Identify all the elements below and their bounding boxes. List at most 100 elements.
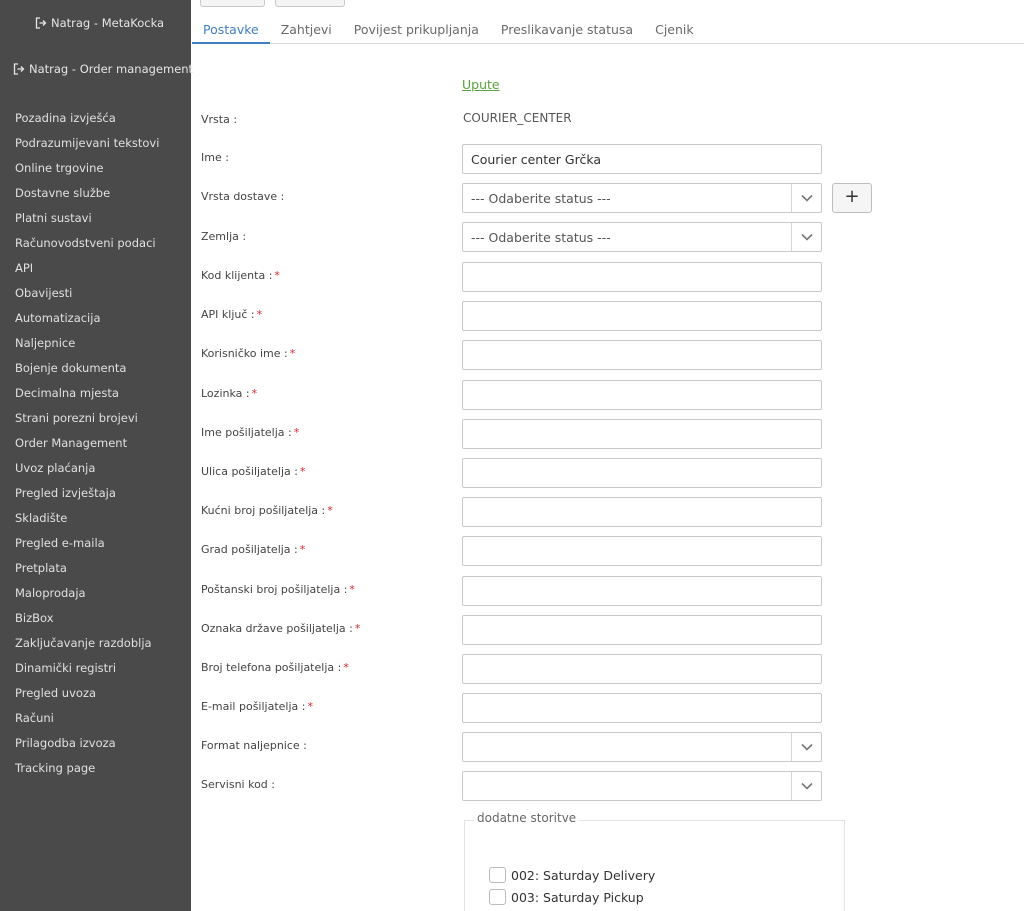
field-label-text: Lozinka :: [201, 386, 250, 400]
required-field-input[interactable]: [462, 340, 822, 371]
sign-out-icon: [13, 63, 25, 75]
required-marker: *: [289, 347, 296, 361]
sidebar-item[interactable]: Računi: [15, 708, 159, 733]
required-field-input[interactable]: [462, 536, 822, 567]
sidebar-item[interactable]: Prilagodba izvoza: [15, 733, 159, 758]
field-label: Kućni broj pošiljatelja : *: [201, 504, 333, 517]
zemlja-label: Zemlja :: [201, 230, 247, 243]
sidebar-item[interactable]: Tracking page: [15, 758, 159, 783]
field-label-text: Kućni broj pošiljatelja :: [201, 504, 326, 518]
required-field-input[interactable]: [462, 301, 822, 332]
sidebar-item[interactable]: Zaključavanje razdoblja: [15, 633, 159, 658]
add-delivery-type-button[interactable]: +: [832, 183, 872, 213]
field-label: E-mail pošiljatelja : *: [201, 700, 313, 713]
required-field-input[interactable]: [462, 458, 822, 488]
required-field-input[interactable]: [462, 614, 822, 645]
sidebar-item[interactable]: Pregled izvještaja: [15, 483, 159, 508]
ime-input[interactable]: [462, 144, 822, 174]
zemlja-select[interactable]: --- Odaberite status ---: [462, 222, 822, 252]
upute-link[interactable]: Upute: [462, 77, 500, 92]
required-marker: *: [293, 425, 300, 439]
field-label-text: E-mail pošiljatelja :: [201, 700, 306, 714]
chevron-down-icon: [791, 733, 821, 761]
extras-legend: dodatne storitve: [474, 811, 580, 825]
required-marker: *: [274, 269, 280, 282]
sidebar-item[interactable]: Automatizacija: [15, 308, 159, 333]
required-marker: *: [299, 465, 306, 478]
sidebar-item[interactable]: API: [15, 258, 159, 283]
required-field-input[interactable]: [462, 262, 822, 292]
chevron-down-icon: [791, 223, 821, 251]
sidebar-item[interactable]: Pozadina izvješća: [15, 108, 159, 133]
format-naljepnice-select[interactable]: [462, 732, 822, 762]
vrsta-dostave-label: Vrsta dostave :: [201, 190, 285, 203]
tab-preslikavanje-statusa[interactable]: Preslikavanje statusa: [490, 18, 644, 44]
extra-option-saturday-pickup[interactable]: 003: Saturday Pickup: [489, 889, 644, 905]
checkbox-label: 002: Saturday Delivery: [511, 867, 656, 883]
required-field-input[interactable]: [462, 418, 822, 449]
field-label: Poštanski broj pošiljatelja : *: [201, 583, 355, 596]
sidebar-item[interactable]: Dinamički registri: [15, 658, 159, 683]
sidebar-item[interactable]: Bojenje dokumenta: [15, 358, 159, 383]
sidebar-item[interactable]: Online trgovine: [15, 158, 159, 183]
vrsta-dostave-select[interactable]: --- Odaberite status ---: [462, 183, 822, 213]
sidebar-item[interactable]: Pregled e-maila: [15, 533, 159, 558]
back-link-order-management[interactable]: Natrag - Order management: [13, 62, 193, 76]
required-marker: *: [343, 661, 349, 674]
back-link-metakocka[interactable]: Natrag - MetaKocka: [35, 16, 164, 30]
required-marker: *: [256, 308, 263, 322]
required-marker: *: [327, 504, 333, 518]
chevron-down-icon: [791, 772, 821, 800]
top-button[interactable]: [200, 0, 265, 7]
required-marker: *: [307, 700, 313, 714]
field-label-text: Ulica pošiljatelja :: [201, 465, 298, 478]
tab-cjenik[interactable]: Cjenik: [644, 18, 705, 44]
extra-option-saturday-delivery[interactable]: 002: Saturday Delivery: [489, 867, 655, 883]
field-label: Ime pošiljatelja : *: [201, 426, 299, 439]
ime-label: Ime :: [201, 151, 229, 164]
select-value: --- Odaberite status ---: [471, 230, 611, 245]
sidebar-item[interactable]: Podrazumijevani tekstovi: [15, 133, 159, 158]
vrsta-value: COURIER_CENTER: [463, 111, 572, 125]
field-label-text: API ključ :: [201, 308, 255, 322]
required-field-input[interactable]: [462, 693, 822, 724]
back-link-label: Natrag - Order management: [29, 62, 194, 76]
sidebar-item[interactable]: Dostavne službe: [15, 183, 159, 208]
field-label: Lozinka : *: [201, 387, 257, 400]
sidebar-item[interactable]: Računovodstveni podaci: [15, 233, 159, 258]
tab-zahtjevi[interactable]: Zahtjevi: [270, 18, 343, 44]
servisni-kod-label: Servisni kod :: [201, 778, 275, 791]
required-marker: *: [349, 582, 355, 596]
sidebar-nav: Pozadina izvješća Podrazumijevani tekstov…: [15, 108, 159, 783]
checkbox[interactable]: [489, 867, 506, 883]
sidebar-item[interactable]: Strani porezni brojevi: [15, 408, 159, 433]
select-value: --- Odaberite status ---: [471, 191, 611, 206]
required-marker: *: [354, 621, 361, 635]
required-field-input[interactable]: [462, 654, 822, 684]
back-link-label: Natrag - MetaKocka: [51, 16, 165, 30]
sidebar-item[interactable]: Platni sustavi: [15, 208, 159, 233]
sidebar-item[interactable]: Maloprodaja: [15, 583, 159, 608]
sidebar-item[interactable]: Uvoz plaćanja: [15, 458, 159, 483]
top-button[interactable]: [275, 0, 345, 7]
required-field-input[interactable]: [462, 379, 822, 410]
required-field-input[interactable]: [462, 497, 822, 528]
sidebar-item[interactable]: Obavijesti: [15, 283, 159, 308]
sidebar-item[interactable]: Pregled uvoza: [15, 683, 159, 708]
sidebar-item[interactable]: Skladište: [15, 508, 159, 533]
field-label: Korisničko ime : *: [201, 347, 295, 360]
servisni-kod-select[interactable]: [462, 771, 822, 801]
tab-postavke[interactable]: Postavke: [192, 18, 270, 44]
sidebar-item[interactable]: Pretplata: [15, 558, 159, 583]
sidebar-item[interactable]: BizBox: [15, 608, 159, 633]
tab-povijest-prikupljanja[interactable]: Povijest prikupljanja: [343, 18, 490, 44]
field-label-text: Korisničko ime :: [201, 347, 288, 361]
sidebar-item[interactable]: Order Management: [15, 433, 159, 458]
field-label: API ključ : *: [201, 308, 262, 321]
sidebar-item[interactable]: Naljepnice: [15, 333, 159, 358]
sidebar-item[interactable]: Decimalna mjesta: [15, 383, 159, 408]
required-marker: *: [251, 386, 258, 400]
checkbox[interactable]: [489, 889, 506, 905]
required-field-input[interactable]: [462, 575, 822, 606]
field-label-text: Grad pošiljatelja :: [201, 543, 298, 557]
